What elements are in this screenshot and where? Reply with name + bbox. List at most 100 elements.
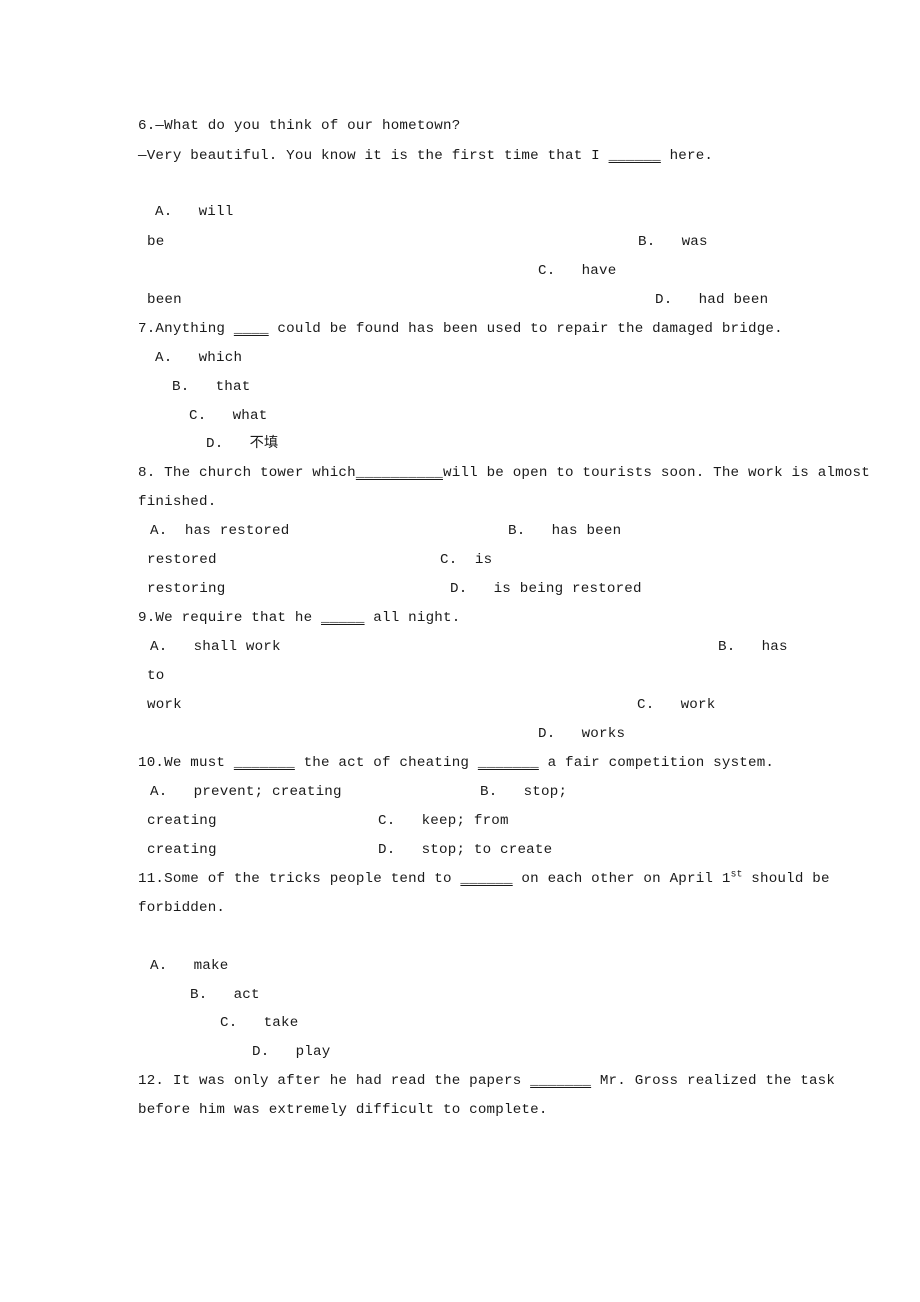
question-9-option-b-continued-1[interactable]: to [147,669,164,684]
option-text: shall work [193,639,281,655]
option-text: is [474,552,493,568]
question-8-option-d[interactable]: D. is being restored [450,582,642,597]
option-label: B. [508,523,526,539]
question-6-stem-text-post: here. [660,148,714,164]
question-10-option-a[interactable]: A. prevent; creating [150,785,342,800]
question-6-option-c-continued[interactable]: been [147,293,182,308]
option-text: work [147,697,182,713]
question-6-blank: ______ [608,148,661,164]
question-10-stem: 10.We must _______ the act of cheating _… [138,756,774,771]
question-7-stem-text-post: could be found has been used to repair t… [268,321,783,337]
question-11-option-b[interactable]: B. act [190,988,260,1003]
question-12-stem-text-pre: 12. It was only after he had read the pa… [138,1073,531,1089]
question-10-stem-text-post: a fair competition system. [538,755,775,771]
option-label: C. [378,813,396,829]
option-text: play [295,1044,331,1060]
option-text: is being restored [493,581,642,597]
question-6-option-a-continued[interactable]: be [147,235,164,250]
option-label: A. [150,958,168,974]
option-label: C. [538,263,556,279]
question-6-stem-text-pre: —Very beautiful. You know it is the firs… [138,148,609,164]
question-8-stem-line-2: finished. [138,494,217,510]
question-9-option-b[interactable]: B. has [718,640,788,655]
option-text: restored [147,552,217,568]
option-text: creating [147,842,217,858]
option-label: D. [450,581,468,597]
question-9-option-c[interactable]: C. work [637,698,715,713]
question-7-option-d[interactable]: D. 不填 [206,437,278,452]
option-text: take [263,1015,299,1031]
question-9-stem-text-post: all night. [364,610,461,626]
question-10-option-c[interactable]: C. keep; from [378,814,509,829]
question-7-option-b[interactable]: B. that [172,380,250,395]
option-label: D. [252,1044,270,1060]
question-8-stem-text-pre: 8. The church tower which [138,465,356,481]
option-label: A. [155,350,173,366]
question-12-stem-text-post: Mr. Gross realized the task [591,1073,836,1089]
question-6-stem-line-2: —Very beautiful. You know it is the firs… [138,149,713,164]
question-8-option-b[interactable]: B. has been [508,524,621,539]
question-6-option-c[interactable]: C. have [538,264,616,279]
option-text: had been [698,292,769,308]
option-label: A. [150,523,168,539]
question-9-option-a[interactable]: A. shall work [150,640,281,655]
option-text: prevent; creating [193,784,342,800]
question-8-option-a[interactable]: A. has restored [150,524,289,539]
option-label: B. [172,379,190,395]
question-9-option-b-continued-2[interactable]: work [147,698,182,713]
option-text: restoring [147,581,226,597]
question-7-option-c[interactable]: C. what [189,409,267,424]
question-6-option-b[interactable]: B. was [638,235,708,250]
option-text: has restored [184,523,290,539]
option-label: D. [206,436,224,452]
option-text: work [680,697,716,713]
option-label: C. [189,408,207,424]
option-text: to [147,668,165,684]
question-7-stem-text-pre: 7.Anything [138,321,234,337]
question-6-option-a[interactable]: A. will [155,205,233,220]
question-10-blank-2: _______ [477,755,539,771]
question-10-stem-text-mid: the act of cheating [294,755,478,771]
option-text: keep; from [421,813,509,829]
question-8-option-c[interactable]: C. is [440,553,492,568]
option-label: C. [220,1015,238,1031]
option-text: be [147,234,165,250]
option-text: what [232,408,268,424]
option-text: 不填 [249,436,279,452]
option-text: works [581,726,626,742]
question-11-stem-text-pre: 11.Some of the tricks people tend to [138,871,461,887]
question-8-option-c-continued[interactable]: restoring [147,582,225,597]
option-text: will [198,204,234,220]
question-6-option-d[interactable]: D. had been [655,293,768,308]
option-text: has been [551,523,622,539]
option-text: that [215,379,251,395]
option-text: creating [147,813,217,829]
question-10-blank-1: _______ [233,755,295,771]
option-text: was [681,234,708,250]
option-label: A. [150,784,168,800]
question-9-option-d[interactable]: D. works [538,727,625,742]
question-11-blank: ______ [460,871,513,887]
question-11-stem-line-2: forbidden. [138,900,226,916]
question-8-stem-line-1: 8. The church tower which__________will … [138,466,870,481]
question-11-option-c[interactable]: C. take [220,1016,298,1031]
question-9-stem-text-pre: 9.We require that he [138,610,321,626]
option-label: A. [155,204,173,220]
question-10-option-b[interactable]: B. stop; [480,785,567,800]
question-8-stem-text-post: will be open to tourists soon. The work … [443,465,870,481]
option-text: make [193,958,229,974]
option-text: stop; to create [421,842,553,858]
question-7-option-a[interactable]: A. which [155,351,242,366]
question-8-option-b-continued[interactable]: restored [147,553,217,568]
option-label: D. [538,726,556,742]
option-label: D. [655,292,673,308]
worksheet-page: 6.—What do you think of our hometown? —V… [0,0,920,1302]
option-label: C. [440,552,458,568]
question-10-option-d[interactable]: D. stop; to create [378,843,552,858]
question-10-option-c-continued[interactable]: creating [147,843,217,858]
question-11-option-a[interactable]: A. make [150,959,228,974]
question-10-option-b-continued[interactable]: creating [147,814,217,829]
question-11-option-d[interactable]: D. play [252,1045,330,1060]
question-8-blank: __________ [355,465,443,481]
question-12-blank: _______ [530,1073,592,1089]
